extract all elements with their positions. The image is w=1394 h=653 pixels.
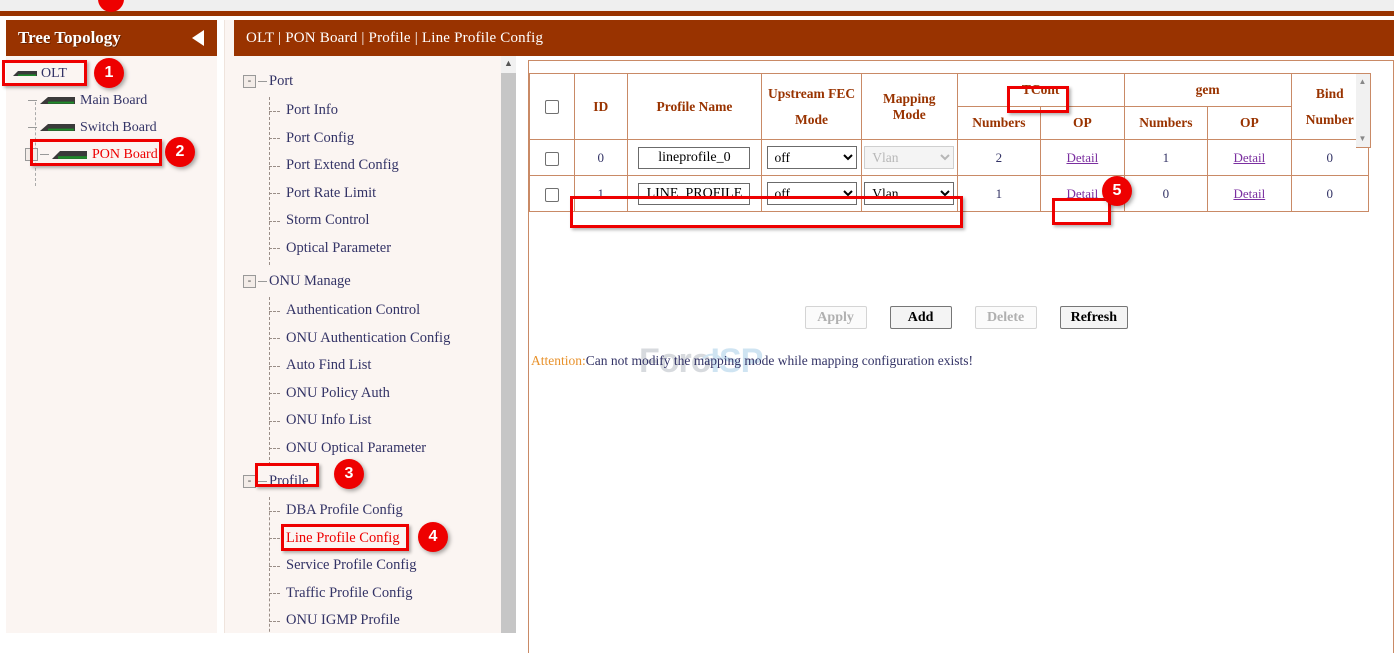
top-accent-rule [0, 11, 1394, 16]
th-id: ID [574, 74, 627, 140]
tcont-detail-link[interactable]: Detail [1066, 186, 1098, 201]
table-header-row-top: ID Profile Name Upstream FEC Mode Mappin… [530, 74, 1369, 107]
table-row[interactable]: 0 off Vlan [530, 140, 1369, 176]
th-bind-line2: Number [1295, 107, 1365, 133]
profile-name-input[interactable] [638, 147, 750, 169]
mapping-mode-select[interactable]: Vlan [864, 182, 954, 205]
tree-branch-dash [40, 154, 49, 155]
tree-item-label: Main Board [80, 93, 147, 109]
profile-name-input[interactable] [638, 183, 750, 205]
cell-id: 1 [574, 176, 627, 212]
row-checkbox[interactable] [545, 188, 559, 202]
cell-tcont-op: Detail [1041, 176, 1125, 212]
th-upstream-fec-line1: Upstream FEC [765, 81, 858, 107]
expander-icon[interactable]: - [25, 148, 38, 161]
tree-item-label: Switch Board [80, 120, 157, 136]
gem-detail-link[interactable]: Detail [1233, 186, 1265, 201]
breadcrumb: OLT | PON Board | Profile | Line Profile… [234, 20, 1394, 56]
line-profile-table-wrapper: ID Profile Name Upstream FEC Mode Mappin… [529, 73, 1371, 212]
cell-fec-mode: off [762, 176, 862, 212]
tree-item-pon-board[interactable]: - PON Board [6, 141, 217, 168]
th-select-all [530, 74, 575, 140]
th-tcont: TCont [957, 74, 1124, 107]
th-gem-op: OP [1208, 107, 1291, 140]
line-profile-table: ID Profile Name Upstream FEC Mode Mappin… [529, 73, 1369, 212]
cell-mapping-mode: Vlan [861, 176, 957, 212]
cell-gem-op: Detail [1208, 140, 1291, 176]
tree-item-main-board[interactable]: Main Board [6, 87, 217, 114]
row-select-cell [530, 140, 575, 176]
cell-fec-mode: off [762, 140, 862, 176]
tree-topology-header: Tree Topology [6, 20, 217, 56]
content-area: OLT | PON Board | Profile | Line Profile… [228, 20, 1394, 633]
row-select-cell [530, 176, 575, 212]
line-profile-config-card: ID Profile Name Upstream FEC Mode Mappin… [528, 60, 1394, 653]
cell-tcont-numbers: 1 [957, 176, 1040, 212]
tree-topology-title: Tree Topology [18, 28, 121, 48]
th-bind-line1: Bind [1295, 81, 1365, 107]
apply-button[interactable]: Apply [805, 306, 867, 329]
table-row[interactable]: 1 off Vlan [530, 176, 1369, 212]
upstream-fec-mode-select[interactable]: off [767, 182, 857, 205]
board-icon [12, 68, 38, 79]
tree-topology-body: OLT Main Board Switch Board [6, 56, 217, 168]
row-checkbox[interactable] [545, 152, 559, 166]
gem-detail-link[interactable]: Detail [1233, 150, 1265, 165]
tree-topology-panel: Tree Topology OLT Main Boar [6, 20, 217, 633]
cell-gem-numbers: 1 [1124, 140, 1207, 176]
tcont-detail-link[interactable]: Detail [1066, 150, 1098, 165]
board-icon [39, 94, 77, 107]
scroll-down-arrow-icon[interactable]: ▼ [1356, 132, 1369, 146]
attention-text: Can not modify the mapping mode while ma… [586, 353, 973, 368]
board-icon [51, 148, 89, 162]
tree-item-label: PON Board [92, 147, 158, 163]
th-upstream-fec-line2: Mode [765, 107, 858, 133]
action-button-row: Apply Add Delete Refresh [529, 306, 1371, 329]
refresh-button[interactable]: Refresh [1060, 306, 1128, 329]
cell-gem-numbers: 0 [1124, 176, 1207, 212]
cell-profile-name [627, 176, 761, 212]
cell-mapping-mode: Vlan [861, 140, 957, 176]
th-upstream-fec-mode: Upstream FEC Mode [762, 74, 862, 140]
tree-branch-dash [28, 127, 37, 128]
th-tcont-op: OP [1041, 107, 1125, 140]
cell-gem-op: Detail [1208, 176, 1291, 212]
tree-branch-dash [28, 100, 37, 101]
attention-message: Attention:Can not modify the mapping mod… [531, 353, 973, 369]
chevron-left-icon[interactable] [190, 28, 207, 48]
cell-id: 0 [574, 140, 627, 176]
board-icon [39, 121, 77, 134]
attention-label: Attention: [531, 353, 586, 368]
th-mapping-mode: Mapping Mode [861, 74, 957, 140]
th-profile-name: Profile Name [627, 74, 761, 140]
delete-button[interactable]: Delete [975, 306, 1037, 329]
th-gem-numbers: Numbers [1124, 107, 1207, 140]
select-all-checkbox[interactable] [545, 100, 559, 114]
upstream-fec-mode-select[interactable]: off [767, 146, 857, 169]
th-gem: gem [1124, 74, 1291, 107]
cell-tcont-op: Detail [1041, 140, 1125, 176]
tree-item-olt[interactable]: OLT [6, 60, 217, 87]
top-strip [0, 0, 1394, 15]
cell-tcont-numbers: 2 [957, 140, 1040, 176]
tree-item-label: OLT [41, 66, 67, 82]
cell-profile-name [627, 140, 761, 176]
add-button[interactable]: Add [890, 306, 952, 329]
scroll-up-arrow-icon[interactable]: ▲ [1356, 75, 1369, 89]
tree-item-switch-board[interactable]: Switch Board [6, 114, 217, 141]
cell-bind-number: 0 [1291, 176, 1368, 212]
th-tcont-numbers: Numbers [957, 107, 1040, 140]
table-scrollbar[interactable]: ▲ ▼ [1356, 73, 1371, 148]
mapping-mode-select: Vlan [864, 146, 954, 169]
